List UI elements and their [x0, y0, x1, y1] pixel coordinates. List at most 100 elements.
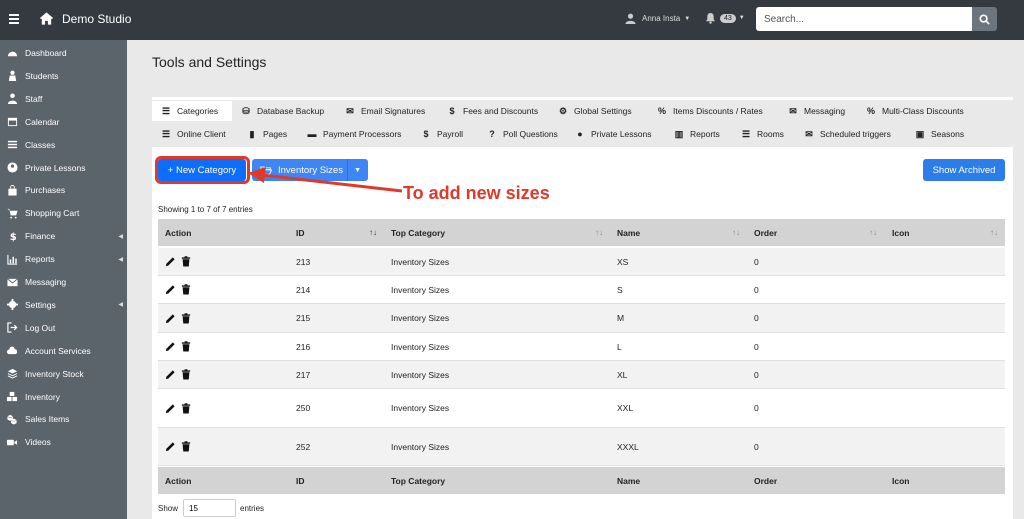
sort-icon[interactable]: ↑↓ [869, 228, 877, 237]
tab-reports[interactable]: ▥ Reports [665, 124, 732, 144]
cell-name: S [617, 284, 623, 295]
tab-online-client[interactable]: ☰ Online Client [152, 124, 238, 144]
tab-rooms[interactable]: ☰ Rooms [732, 124, 795, 144]
trash-icon[interactable] [181, 341, 191, 352]
column-header-id[interactable]: ID [296, 219, 305, 246]
sort-icon[interactable]: ↑↓ [595, 228, 603, 237]
cell-id: 250 [296, 403, 311, 413]
sidebar-item-account-services[interactable]: Account Services [0, 340, 127, 362]
search-input[interactable] [756, 7, 972, 31]
tab-icon: ? [489, 129, 495, 139]
sidebar-item-purchases[interactable]: Purchases [0, 179, 127, 201]
tab-icon: ✉ [789, 105, 797, 116]
sidebar-item-inventory-stock[interactable]: Inventory Stock [0, 363, 127, 385]
column-header-action: Action [165, 227, 192, 238]
sidebar-item-students[interactable]: Students [0, 65, 127, 87]
sidebar-item-classes[interactable]: Classes [0, 134, 127, 156]
sidebar: Dashboard Students Staff Calendar Classes Pri… [0, 40, 127, 519]
sidebar-item-calendar[interactable]: Calendar [0, 111, 127, 133]
tab-seasons[interactable]: ▣ Seasons [906, 124, 976, 144]
trash-icon[interactable] [181, 441, 191, 452]
tab-multi-class-discounts[interactable]: % Multi-Class Discounts [857, 101, 977, 121]
tab-poll-questions[interactable]: ? Poll Questions [478, 124, 566, 144]
tab-private-lessons[interactable]: ● Private Lessons [566, 124, 665, 144]
edit-pencil-icon[interactable] [165, 313, 176, 324]
column-header-icon[interactable]: Icon [892, 219, 909, 246]
row-actions [165, 389, 191, 427]
sidebar-item-dashboard[interactable]: Dashboard [0, 42, 127, 64]
home-icon[interactable] [39, 11, 54, 26]
cell-top-category: Inventory Sizes [391, 341, 450, 352]
tab-payroll[interactable]: $ Payroll [412, 124, 478, 144]
sidebar-item-reports[interactable]: Reports ◀ [0, 248, 127, 270]
column-header-top-category: Top Category [391, 475, 446, 486]
column-header-top-category[interactable]: Top Category [391, 219, 445, 246]
sidebar-item-inventory[interactable]: Inventory [0, 386, 127, 408]
tab-pages[interactable]: ▮ Pages [238, 124, 298, 144]
trash-icon[interactable] [181, 256, 191, 267]
caret-down-icon: ▼ [738, 15, 745, 21]
sidebar-item-private-lessons[interactable]: Private Lessons [0, 157, 127, 179]
tab-categories[interactable]: ☰ Categories [152, 101, 232, 121]
tab-fees-and-discounts[interactable]: $ Fees and Discounts [438, 101, 549, 121]
brand-title[interactable]: Demo Studio [62, 12, 131, 26]
sidebar-item-label: Videos [25, 437, 51, 448]
sort-icon[interactable]: ↑↓ [732, 228, 740, 237]
show-archived-button[interactable]: Show Archived [923, 159, 1005, 181]
notifications-menu[interactable]: 43 ▼ [705, 12, 745, 24]
table-header: Action ID ↑↓ Top Category ↑↓ Name ↑↓ Order ↑↓ Ico… [158, 219, 1005, 246]
cell-id: 252 [296, 441, 311, 452]
sidebar-item-label: Finance [25, 231, 56, 242]
tab-messaging[interactable]: ✉ Messaging [779, 101, 857, 121]
sidebar-item-label: Private Lessons [25, 162, 86, 173]
edit-pencil-icon[interactable] [165, 284, 176, 295]
hamburger-menu-icon[interactable] [9, 12, 19, 26]
sidebar-item-shopping-cart[interactable]: Shopping Cart [0, 202, 127, 224]
edit-pencil-icon[interactable] [165, 403, 176, 414]
staff-icon [6, 93, 18, 105]
tab-scheduled-triggers[interactable]: ✉ Scheduled triggers [795, 124, 906, 144]
sidebar-item-finance[interactable]: $ Finance ◀ [0, 225, 127, 247]
sidebar-item-log-out[interactable]: Log Out [0, 317, 127, 339]
edit-pencil-icon[interactable] [165, 256, 176, 267]
tab-global-settings[interactable]: ⚙ Global Settings [549, 101, 648, 121]
search-button[interactable] [972, 7, 997, 31]
student-icon [6, 70, 18, 82]
trash-icon[interactable] [181, 369, 191, 380]
column-header-order[interactable]: Order [754, 219, 777, 246]
sort-icon[interactable]: ↑↓ [990, 228, 998, 237]
edit-pencil-icon[interactable] [165, 341, 176, 352]
caret-left-icon: ◀ [118, 256, 123, 263]
sort-icon[interactable]: ↑↓ [369, 228, 377, 237]
tab-icon: % [866, 106, 875, 116]
tab-label: Items Discounts / Rates [673, 106, 763, 116]
cell-name: M [617, 313, 625, 323]
user-circle-icon [6, 162, 18, 174]
tab-payment-processors[interactable]: ▬ Payment Processors [298, 124, 412, 144]
edit-pencil-icon[interactable] [165, 441, 176, 452]
sidebar-item-label: Shopping Cart [25, 208, 80, 219]
sidebar-item-settings[interactable]: Settings ◀ [0, 294, 127, 316]
tab-icon: ⛁ [242, 105, 250, 116]
user-icon [625, 13, 636, 24]
column-header-order: Order [754, 475, 778, 486]
tab-email-signatures[interactable]: ✉ Email Signatures [336, 101, 438, 121]
cell-order: 0 [754, 313, 759, 323]
sidebar-item-staff[interactable]: Staff [0, 88, 127, 110]
edit-pencil-icon[interactable] [165, 369, 176, 380]
table-row: 217 Inventory Sizes XL 0 [158, 361, 1005, 389]
page-size-input[interactable] [183, 499, 237, 517]
trash-icon[interactable] [181, 284, 191, 295]
user-menu[interactable]: Anna Insta ▼ [625, 13, 690, 24]
sidebar-item-label: Inventory Stock [25, 368, 84, 379]
tab-database-backup[interactable]: ⛁ Database Backup [232, 101, 336, 121]
trash-icon[interactable] [181, 402, 191, 414]
boxes-icon [6, 391, 18, 403]
tab-items-discounts-rates[interactable]: % Items Discounts / Rates [648, 101, 779, 121]
sidebar-item-sales-items[interactable]: Sales Items [0, 408, 127, 430]
sidebar-item-messaging[interactable]: Messaging [0, 271, 127, 293]
column-header-name[interactable]: Name [617, 219, 640, 246]
trash-icon[interactable] [181, 312, 191, 324]
sidebar-item-videos[interactable]: Videos [0, 431, 127, 453]
tab-icon: ☰ [161, 105, 171, 116]
